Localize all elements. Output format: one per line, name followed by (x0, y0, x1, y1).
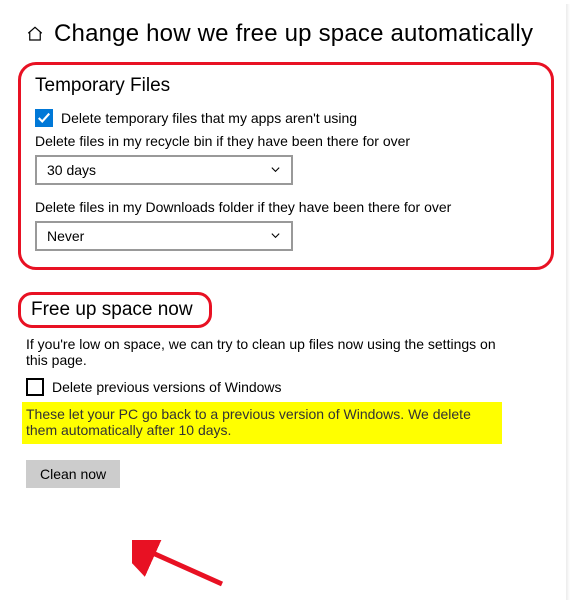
temporary-files-section: Temporary Files Delete temporary files t… (18, 62, 554, 270)
delete-temp-files-row: Delete temporary files that my apps aren… (35, 109, 537, 127)
annotation-arrow (132, 540, 227, 590)
downloads-label: Delete files in my Downloads folder if t… (35, 199, 537, 215)
temporary-files-heading: Temporary Files (35, 75, 537, 97)
delete-temp-files-label: Delete temporary files that my apps aren… (61, 110, 357, 126)
delete-previous-windows-checkbox[interactable] (26, 378, 44, 396)
free-up-space-description: If you're low on space, we can try to cl… (26, 336, 496, 368)
chevron-down-icon (270, 228, 281, 244)
delete-previous-windows-label: Delete previous versions of Windows (52, 379, 282, 395)
clean-now-button[interactable]: Clean now (26, 460, 120, 488)
free-up-space-heading-box: Free up space now (18, 292, 212, 328)
chevron-down-icon (270, 162, 281, 178)
recycle-bin-label: Delete files in my recycle bin if they h… (35, 133, 537, 149)
home-icon[interactable] (26, 25, 44, 43)
recycle-bin-value: 30 days (47, 162, 96, 178)
page-header: Change how we free up space automaticall… (26, 20, 546, 48)
page-title: Change how we free up space automaticall… (54, 20, 533, 48)
delete-previous-windows-row: Delete previous versions of Windows (26, 378, 546, 396)
downloads-value: Never (47, 228, 84, 244)
downloads-select[interactable]: Never (35, 221, 293, 251)
free-up-space-heading: Free up space now (31, 299, 193, 321)
recycle-bin-select[interactable]: 30 days (35, 155, 293, 185)
delete-temp-files-checkbox[interactable] (35, 109, 53, 127)
window-shadow (566, 4, 570, 600)
previous-versions-note: These let your PC go back to a previous … (22, 402, 502, 444)
